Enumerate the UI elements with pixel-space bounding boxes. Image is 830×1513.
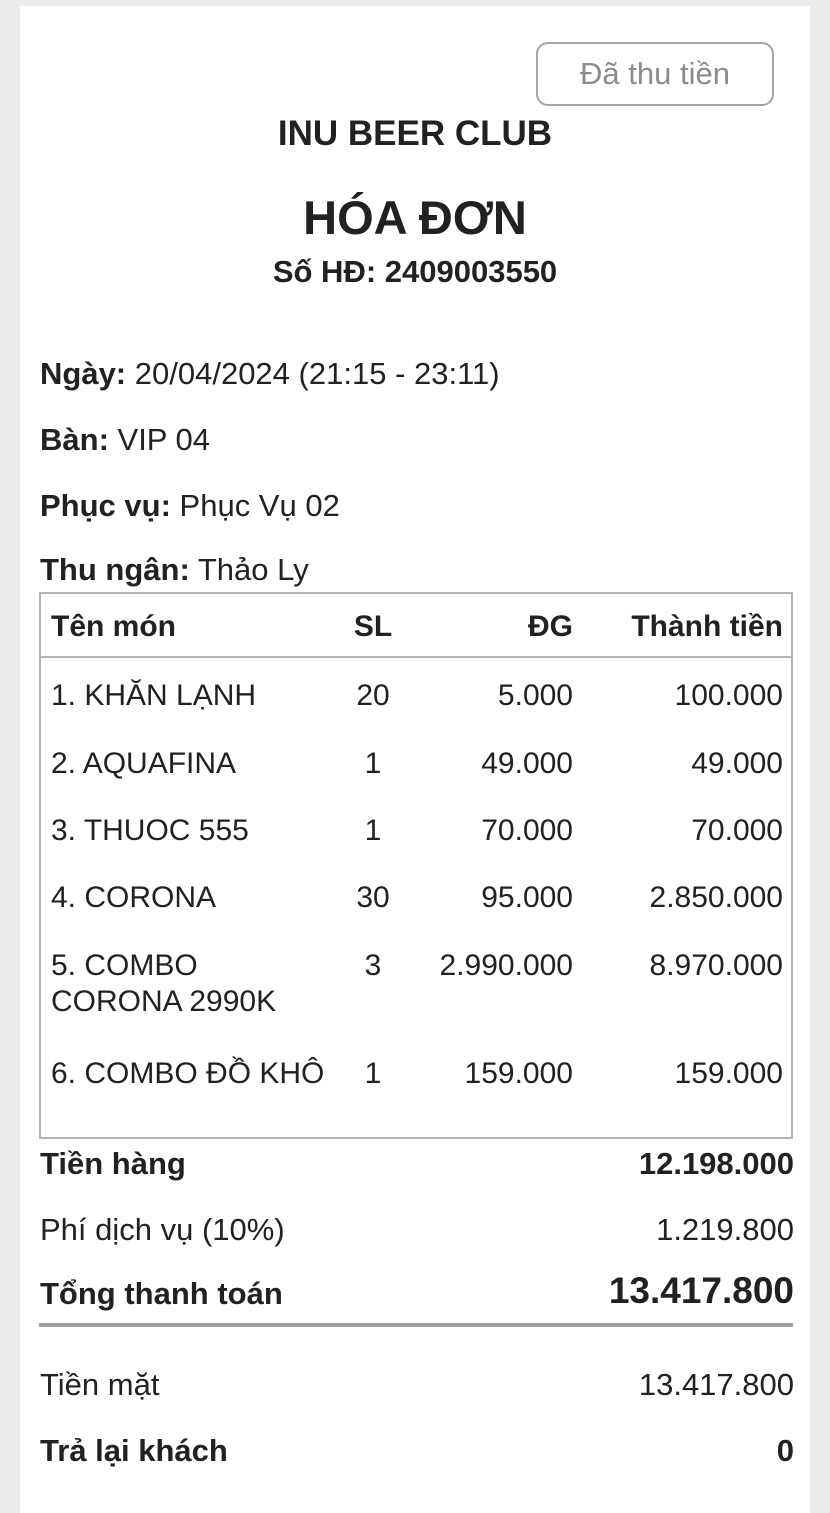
change-value: 0: [776, 1433, 794, 1468]
server-label: Phục vụ:: [40, 488, 171, 523]
header-quantity: SL: [353, 610, 393, 643]
item-unit-price: 95.000: [481, 881, 573, 914]
paid-status-button[interactable]: Đã thu tiền: [536, 42, 774, 106]
item-name: 3. THUOC 555: [51, 814, 249, 847]
table-label: Bàn:: [40, 422, 109, 457]
divider: [39, 1323, 793, 1327]
cashier-value: Thảo Ly: [197, 552, 309, 587]
service-fee-value: 1.219.800: [656, 1212, 794, 1247]
store-name: INU BEER CLUB: [277, 114, 553, 153]
item-quantity: 1: [364, 1057, 382, 1090]
server-line: Phục vụ: Phục Vụ 02: [40, 488, 340, 524]
table-value: VIP 04: [117, 422, 211, 457]
cash-label: Tiền mặt: [40, 1367, 160, 1402]
item-name: 2. AQUAFINA: [51, 747, 237, 780]
item-unit-price: 70.000: [481, 814, 573, 847]
server-value: Phục Vụ 02: [179, 488, 340, 523]
cash-value: 13.417.800: [638, 1367, 794, 1402]
item-quantity: 20: [356, 679, 390, 712]
invoice-number: Số HĐ: 2409003550: [272, 254, 558, 289]
item-quantity: 30: [356, 881, 390, 914]
service-fee-label: Phí dịch vụ (10%): [40, 1212, 285, 1247]
date-line: Ngày: 20/04/2024 (21:15 - 23:11): [40, 356, 500, 392]
item-unit-price: 5.000: [497, 679, 573, 712]
item-name: 5. COMBO CORONA 2990K: [51, 949, 277, 1018]
item-line-total: 8.970.000: [649, 949, 783, 982]
item-quantity: 3: [364, 949, 382, 982]
item-line-total: 159.000: [674, 1057, 783, 1090]
item-quantity: 1: [364, 814, 382, 847]
change-label: Trả lại khách: [40, 1433, 228, 1468]
document-title: HÓA ĐƠN: [303, 191, 527, 244]
date-value: 20/04/2024 (21:15 - 23:11): [134, 356, 500, 391]
header-line-total: Thành tiền: [631, 610, 783, 643]
item-unit-price: 2.990.000: [439, 949, 573, 982]
item-line-total: 70.000: [691, 814, 783, 847]
item-name: 4. CORONA: [51, 881, 217, 914]
item-unit-price: 159.000: [464, 1057, 573, 1090]
item-unit-price: 49.000: [481, 747, 573, 780]
items-table-header: Tên món SL ĐG Thành tiền: [41, 594, 791, 658]
items-table: Tên món SL ĐG Thành tiền 1. KHĂN LẠNH 20…: [39, 592, 793, 1139]
receipt-paper: Đã thu tiền INU BEER CLUB HÓA ĐƠN Số HĐ:…: [20, 6, 810, 1513]
header-item-name: Tên món: [51, 610, 176, 643]
cashier-label: Thu ngân:: [40, 552, 190, 587]
grand-total-label: Tổng thanh toán: [40, 1276, 283, 1311]
item-quantity: 1: [364, 747, 382, 780]
date-label: Ngày:: [40, 356, 127, 391]
item-line-total: 49.000: [691, 747, 783, 780]
item-line-total: 100.000: [674, 679, 783, 712]
table-line: Bàn: VIP 04: [40, 422, 210, 458]
item-line-total: 2.850.000: [649, 881, 783, 914]
item-name: 6. COMBO ĐỒ KHÔ: [51, 1057, 325, 1090]
item-name: 1. KHĂN LẠNH: [51, 679, 257, 712]
grand-total-value: 13.417.800: [608, 1270, 794, 1311]
subtotal-label: Tiền hàng: [40, 1146, 186, 1181]
header-unit-price: ĐG: [528, 610, 573, 643]
subtotal-value: 12.198.000: [638, 1146, 794, 1181]
cashier-line: Thu ngân: Thảo Ly: [40, 552, 309, 588]
